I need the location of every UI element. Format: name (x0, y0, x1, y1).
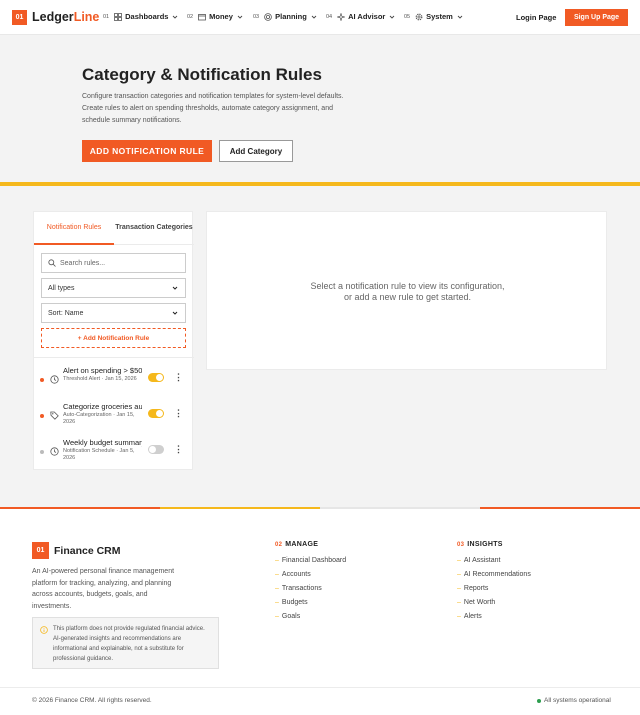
status-dot (40, 414, 44, 418)
page-header: Category & Notification Rules Configure … (0, 35, 640, 182)
disclaimer-box: This platform does not provide regulated… (32, 617, 219, 669)
footer-link-alerts[interactable]: – Alerts (457, 613, 482, 620)
footer-divider (0, 687, 640, 688)
footer-column-insights-heading: 03 INSIGHTS (457, 541, 503, 548)
more-options-icon[interactable]: ⋮ (174, 444, 183, 455)
chevron-down-icon (457, 15, 463, 19)
footer-link-budgets[interactable]: – Budgets (275, 599, 308, 606)
tab-transaction-categories[interactable]: Transaction Categories (114, 212, 194, 245)
rule-item[interactable]: Weekly budget summary email Notification… (34, 438, 194, 472)
rule-meta: Notification Schedule · Jan 5, 2026 (63, 448, 135, 461)
add-rule-button[interactable]: + Add Notification Rule (41, 328, 186, 348)
footer-link-net-worth[interactable]: – Net Worth (457, 599, 495, 606)
signup-button[interactable]: Sign Up Page (565, 9, 628, 26)
clock-icon (50, 447, 59, 456)
type-filter-select[interactable]: All types (41, 278, 186, 298)
more-options-icon[interactable]: ⋮ (174, 408, 183, 419)
footer-logo-badge: 01 (32, 542, 49, 559)
footer-link-financial-dashboard[interactable]: – Financial Dashboard (275, 557, 346, 564)
rule-meta: Threshold Alert · Jan 15, 2026 (63, 376, 137, 382)
page-description: Configure transaction categories and not… (82, 93, 344, 124)
search-icon (48, 259, 56, 267)
chevron-down-icon (172, 286, 178, 290)
add-category-button[interactable]: Add Category (219, 140, 293, 162)
tag-icon (50, 411, 59, 420)
top-navbar: 01 LedgerLine 01 Dashboards 02 Money 03 … (0, 0, 640, 35)
login-link[interactable]: Login Page (516, 13, 556, 22)
rule-item[interactable]: Alert on spending > $500 Threshold Alert… (34, 366, 194, 400)
target-icon (264, 12, 272, 21)
nav-planning[interactable]: 03 Planning (253, 12, 318, 21)
logo[interactable]: LedgerLine (32, 10, 99, 24)
nav-dashboards[interactable]: 01 Dashboards (103, 12, 179, 21)
chevron-down-icon (311, 15, 317, 19)
copyright: © 2026 Finance CRM. All rights reserved. (32, 697, 152, 704)
page-title: Category & Notification Rules (82, 65, 322, 84)
rule-item[interactable]: Categorize groceries automatically Auto-… (34, 402, 194, 436)
tab-notification-rules[interactable]: Notification Rules (34, 212, 114, 245)
rule-meta: Auto-Categorization · Jan 15, 2026 (63, 412, 135, 425)
nav-money[interactable]: 02 Money (187, 12, 244, 21)
footer-link-accounts[interactable]: – Accounts (275, 571, 311, 578)
sort-select[interactable]: Sort: Name (41, 303, 186, 323)
rule-toggle[interactable] (148, 409, 164, 418)
sparkle-icon (337, 12, 346, 21)
footer-link-ai-recommendations[interactable]: – AI Recommendations (457, 571, 531, 578)
footer: 01 Finance CRM An AI-powered personal fi… (0, 509, 640, 715)
add-notification-rule-button[interactable]: ADD NOTIFICATION RULE (82, 140, 212, 162)
grid-icon (114, 12, 123, 21)
empty-state-message: Select a notification rule to view its c… (310, 281, 505, 302)
chevron-down-icon (390, 15, 395, 19)
footer-link-transactions[interactable]: – Transactions (275, 585, 322, 592)
disclaimer-text: This platform does not provide regulated… (53, 626, 205, 662)
search-placeholder: Search rules... (60, 259, 106, 267)
status-dot (40, 450, 44, 454)
status-dot (40, 378, 44, 382)
nav-system[interactable]: 05 System (404, 12, 464, 21)
footer-link-ai-assistant[interactable]: – AI Assistant (457, 557, 500, 564)
search-input[interactable]: Search rules... (41, 253, 186, 273)
rules-panel: Notification Rules Transaction Categorie… (33, 211, 194, 472)
chevron-down-icon (173, 15, 178, 19)
rule-toggle[interactable] (148, 445, 164, 454)
footer-brand: Finance CRM (54, 545, 121, 557)
gear-icon (415, 13, 423, 20)
chevron-down-icon (237, 15, 243, 19)
footer-link-goals[interactable]: – Goals (275, 613, 300, 620)
rule-toggle[interactable] (148, 373, 164, 382)
divider (34, 357, 194, 358)
rule-title: Categorize groceries automatically (63, 402, 142, 411)
footer-column-manage-heading: 02 MANAGE (275, 541, 319, 548)
status-dot (537, 698, 541, 703)
wallet-icon (198, 13, 207, 20)
info-icon (40, 626, 48, 634)
logo-badge: 01 (12, 10, 27, 25)
system-status: All systems operational (537, 697, 611, 704)
nav-ai-advisor[interactable]: 04 AI Advisor (326, 12, 396, 21)
footer-description: An AI-powered personal finance managemen… (32, 568, 175, 610)
rule-title: Alert on spending > $500 (63, 366, 142, 375)
footer-link-reports[interactable]: – Reports (457, 585, 488, 592)
section-divider (0, 182, 640, 186)
rule-title: Weekly budget summary email (63, 438, 142, 447)
chevron-down-icon (172, 311, 178, 315)
clock-icon (50, 375, 59, 384)
rule-detail-panel: Select a notification rule to view its c… (206, 211, 607, 370)
more-options-icon[interactable]: ⋮ (174, 372, 183, 383)
